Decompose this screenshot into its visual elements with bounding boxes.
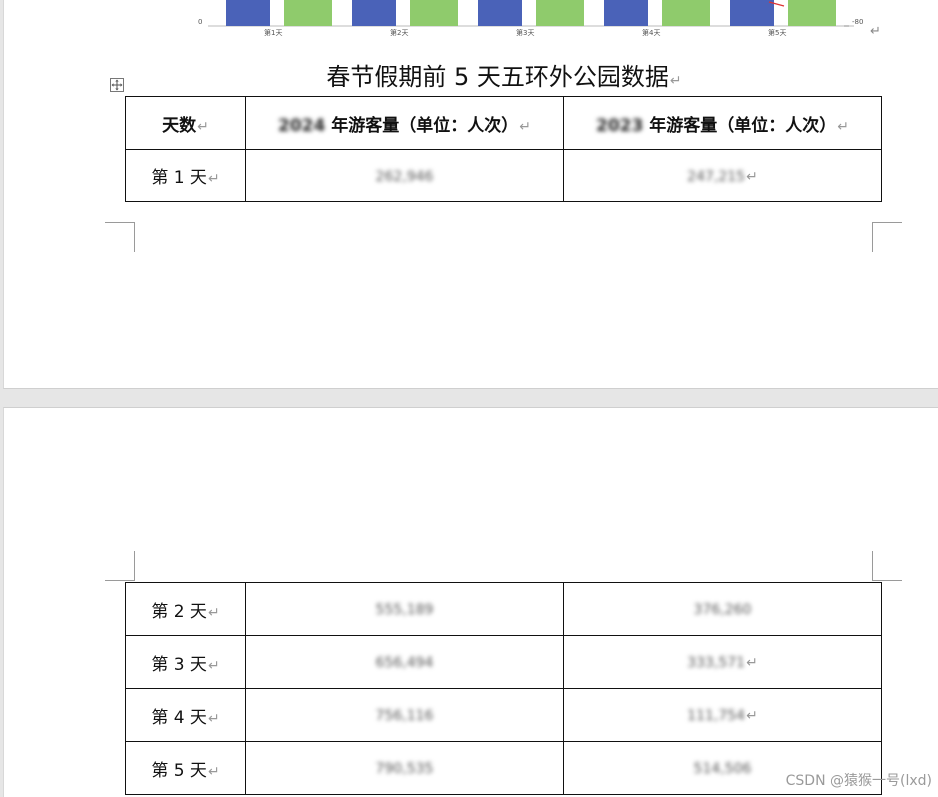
x-tick-label: 第1天 [264,29,283,37]
redacted-value: 790,535 [375,761,434,777]
redacted-value: 514,506 [693,761,752,777]
bar-series-b [284,0,332,26]
value-cell-b: 376,260 [563,582,882,636]
x-tick-label: 第3天 [516,29,535,37]
y-axis-zero-label: 0 [198,18,203,26]
value-cell-b: 333,571↵ [563,635,882,689]
value-cell-a: 656,494 [245,635,564,689]
x-tick-label: 第4天 [642,29,661,37]
day-cell: 第 4 天↵ [125,688,246,742]
value-cell-a: 262,946 [245,149,564,202]
document-page-2: 第 2 天↵ 555,189 376,260 第 3 天↵ 656,494 33… [3,407,938,797]
redacted-year: 2023 [596,115,644,136]
csdn-watermark: CSDN @猿猴一号(lxd) [785,773,932,789]
table-row: 第 1 天↵ 262,946 247,215↵ [125,149,882,202]
paragraph-mark: ↵ [870,24,881,39]
crop-mark [872,222,902,252]
bar-series-a [478,0,522,26]
redacted-value: 333,571 [687,655,746,671]
bar-series-b [662,0,710,26]
x-tick-label: 第5天 [768,29,787,37]
header-year-a: 2024 年游客量（单位：人次）↵ [245,96,564,150]
embedded-chart: 0 -80 第1天 第2天 第3天 第4天 第5天 [194,0,884,40]
bar-series-a [352,0,396,26]
redacted-value: 376,260 [693,602,752,618]
table-row: 第 3 天↵ 656,494 333,571↵ [125,635,882,689]
bar-series-b [536,0,584,26]
table-move-handle-icon[interactable] [110,78,124,92]
day-cell: 第 2 天↵ [125,582,246,636]
crop-mark [872,551,902,581]
paragraph-mark: ↵ [669,73,682,89]
bar-series-a [226,0,270,26]
value-cell-a: 555,189 [245,582,564,636]
bar-series-a [604,0,648,26]
bar-series-b [788,0,836,26]
table-row: 第 4 天↵ 756,116 111,754↵ [125,688,882,742]
redacted-value: 756,116 [375,708,434,724]
redacted-value: 555,189 [375,602,434,618]
crop-mark [105,551,135,581]
day-cell: 第 5 天↵ [125,741,246,795]
redacted-value: 262,946 [375,168,434,185]
document-page-1: 0 -80 第1天 第2天 第3天 第4天 第5天 ↵ 春节假期前 5 天五环外… [3,0,938,389]
table-row: 第 5 天↵ 790,535 514,506 [125,741,882,795]
document-title: 春节假期前 5 天五环外公园数据 [326,63,669,91]
day-cell: 第 1 天↵ [125,149,246,202]
x-tick-label: 第2天 [390,29,409,37]
table-header-row: 天数↵ 2024 年游客量（单位：人次）↵ 2023 年游客量（单位：人次）↵ [125,96,882,150]
header-year-b: 2023 年游客量（单位：人次）↵ [563,96,882,150]
crop-mark [105,222,135,252]
bar-series-b [410,0,458,26]
value-cell-a: 790,535 [245,741,564,795]
header-days: 天数↵ [125,96,246,150]
redacted-value: 656,494 [375,655,434,671]
day-cell: 第 3 天↵ [125,635,246,689]
value-cell-b: 111,754↵ [563,688,882,742]
y2-axis-label: -80 [852,18,864,26]
redacted-value: 111,754 [687,708,746,724]
redacted-year: 2024 [278,115,326,136]
park-data-table-part2: 第 2 天↵ 555,189 376,260 第 3 天↵ 656,494 33… [125,582,882,795]
title-row: 春节假期前 5 天五环外公园数据↵ [4,57,938,92]
value-cell-b: 247,215↵ [563,149,882,202]
redacted-value: 247,215 [687,168,746,185]
park-data-table-part1: 天数↵ 2024 年游客量（单位：人次）↵ 2023 年游客量（单位：人次）↵ … [125,96,882,202]
table-row: 第 2 天↵ 555,189 376,260 [125,582,882,636]
bar-series-a [730,0,774,26]
value-cell-a: 756,116 [245,688,564,742]
